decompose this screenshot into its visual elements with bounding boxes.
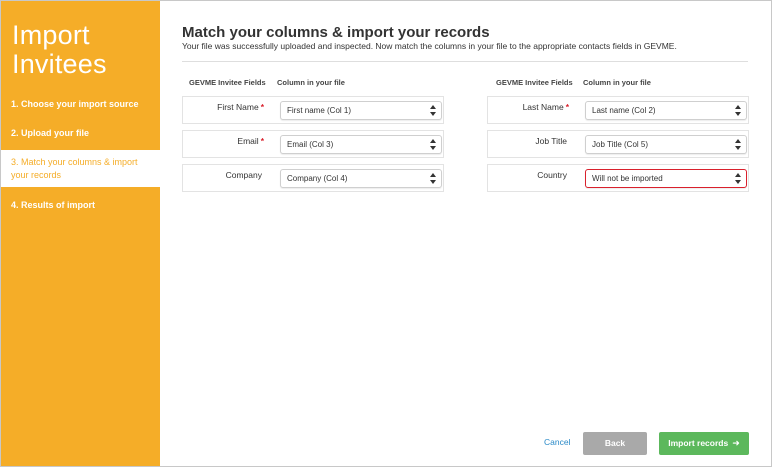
select-value: Email (Col 3) [287,140,334,149]
field-name: Company [225,170,262,180]
updown-arrows-icon [735,105,741,116]
mapping-row-last-name: Last Name * Last name (Col 2) [487,96,749,124]
mapping-row-country: Country Will not be imported [487,164,749,192]
required-asterisk: * [260,102,264,112]
field-label-first-name: First Name * [217,97,264,123]
field-name: Email [237,136,259,146]
column-select-first-name[interactable]: First name (Col 1) [280,101,442,120]
field-label-email: Email * [237,131,264,157]
select-value: Company (Col 4) [287,174,348,183]
field-label-company: Company [226,165,264,191]
import-records-label: Import records [668,438,729,448]
required-asterisk: * [565,102,569,112]
sidebar-title-line1: Import [12,20,90,50]
page-title: Match your columns & import your records [182,24,490,41]
import-records-button[interactable]: Import records ➜ [659,432,749,455]
sidebar-title: Import Invitees [12,21,107,79]
mapping-row-first-name: First Name * First name (Col 1) [182,96,444,124]
column-select-job-title[interactable]: Job Title (Col 5) [585,135,747,154]
step-upload-file[interactable]: 2. Upload your file [1,127,160,140]
field-name: Job Title [535,136,567,146]
column-select-country[interactable]: Will not be imported [585,169,747,188]
field-label-country: Country [537,165,569,191]
left-field-header: GEVME Invitee Fields [189,78,266,87]
sidebar-title-line2: Invitees [12,49,107,79]
left-file-header: Column in your file [277,78,345,87]
field-name: Country [537,170,567,180]
step-match-label-line1: 3. Match your columns & import [11,157,138,167]
mapping-row-company: Company Company (Col 4) [182,164,444,192]
select-value: First name (Col 1) [287,106,352,115]
updown-arrows-icon [430,105,436,116]
step-choose-source[interactable]: 1. Choose your import source [1,98,160,111]
step-results[interactable]: 4. Results of import [1,199,160,212]
field-name: First Name [217,102,259,112]
field-label-last-name: Last Name * [523,97,569,123]
mapping-row-email: Email * Email (Col 3) [182,130,444,158]
header-divider [182,61,748,62]
field-name: Last Name [522,102,564,112]
step-match-columns-active[interactable]: 3. Match your columns & import your reco… [1,150,160,187]
select-value: Job Title (Col 5) [592,140,649,149]
updown-arrows-icon [430,139,436,150]
field-label-job-title: Job Title [535,131,569,157]
required-asterisk: * [260,136,264,146]
step-match-label-line2: your records [11,170,62,180]
select-value: Will not be imported [592,174,663,183]
arrow-right-icon: ➜ [732,438,740,448]
updown-arrows-icon [735,173,741,184]
select-value: Last name (Col 2) [592,106,656,115]
import-sidebar: Import Invitees 1. Choose your import so… [1,1,160,466]
column-select-email[interactable]: Email (Col 3) [280,135,442,154]
cancel-link[interactable]: Cancel [544,437,570,447]
back-button[interactable]: Back [583,432,647,455]
mapping-row-job-title: Job Title Job Title (Col 5) [487,130,749,158]
page-subtitle: Your file was successfully uploaded and … [182,41,677,51]
column-select-last-name[interactable]: Last name (Col 2) [585,101,747,120]
right-field-header: GEVME Invitee Fields [496,78,573,87]
column-select-company[interactable]: Company (Col 4) [280,169,442,188]
main-content: Match your columns & import your records… [160,1,771,466]
updown-arrows-icon [430,173,436,184]
updown-arrows-icon [735,139,741,150]
right-file-header: Column in your file [583,78,651,87]
